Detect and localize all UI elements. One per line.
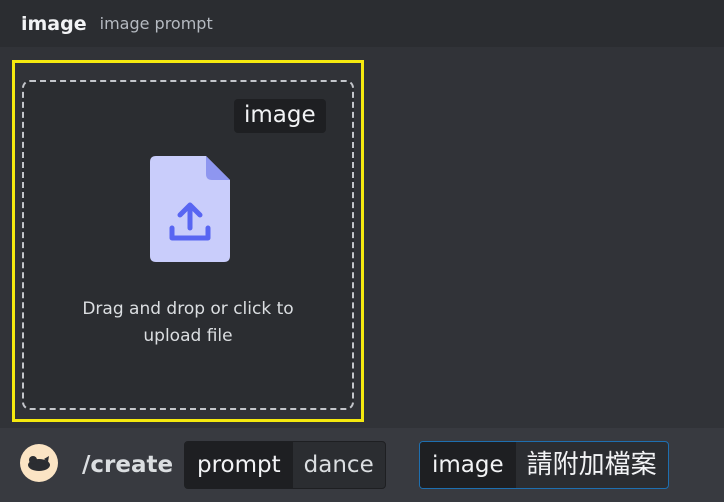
prompt-option-value[interactable]: dance (293, 442, 385, 488)
command-input-bar: /create prompt dance image 請附加檔案 (0, 428, 724, 502)
upload-highlight-frame: image Drag and drop or click to upload f… (12, 60, 364, 422)
dropzone-instruction-line2: upload file (143, 326, 233, 346)
image-option-name: image (420, 442, 516, 488)
image-option-value[interactable]: 請附加檔案 (516, 442, 668, 488)
app-window: image image prompt image Drag and drop o… (0, 0, 724, 502)
image-option[interactable]: image 請附加檔案 (419, 441, 669, 489)
command-name: /create (82, 452, 174, 478)
dropzone-option-tag: image (234, 99, 326, 133)
option-title: image (21, 12, 87, 35)
file-dropzone[interactable]: image Drag and drop or click to upload f… (22, 80, 354, 410)
prompt-option-name: prompt (185, 442, 293, 488)
bot-avatar-icon (20, 444, 58, 482)
dropzone-instruction-line1: Drag and drop or click to (82, 299, 294, 319)
header-bar: image image prompt (0, 0, 724, 47)
upload-file-icon (150, 156, 230, 262)
option-description: image prompt (99, 14, 213, 33)
dropzone-instructions: Drag and drop or click to upload file (24, 296, 352, 350)
prompt-option[interactable]: prompt dance (184, 441, 386, 489)
